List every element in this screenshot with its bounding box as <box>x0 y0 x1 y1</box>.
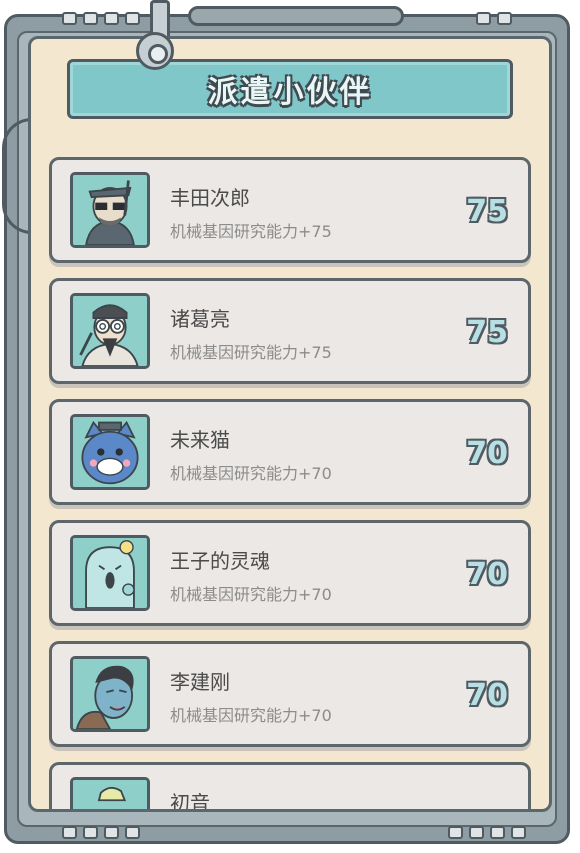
top-slot <box>188 6 404 26</box>
bolt-icon <box>83 826 98 839</box>
knob-icon <box>136 32 174 70</box>
bolt-icon <box>62 12 77 25</box>
partner-score: 75 <box>466 315 508 350</box>
dispatch-panel: 派遣小伙伴 丰田次郎 机械基因研究能力+75 75 诸葛亮 机械基因研究能力+7… <box>28 36 552 812</box>
bottom-right-bolts <box>448 826 526 839</box>
partner-card[interactable]: 未来猫 机械基因研究能力+70 70 <box>49 399 531 505</box>
bolt-icon <box>104 826 119 839</box>
partner-name: 李建刚 <box>170 670 230 694</box>
top-right-bolts <box>476 12 512 25</box>
partner-skill: 机械基因研究能力+75 <box>170 343 332 362</box>
blue-cat-avatar <box>70 414 150 490</box>
blue-face-man-avatar <box>70 656 150 732</box>
bolt-icon <box>125 826 140 839</box>
bolt-icon <box>476 12 491 25</box>
title-bar: 派遣小伙伴 <box>67 59 513 119</box>
partner-card[interactable]: 王子的灵魂 机械基因研究能力+70 70 <box>49 520 531 626</box>
panel-title: 派遣小伙伴 <box>207 75 373 110</box>
bolt-icon <box>125 12 140 25</box>
ghost-avatar <box>70 535 150 611</box>
bolt-icon <box>490 826 505 839</box>
partner-card[interactable]: 李建刚 机械基因研究能力+70 70 <box>49 641 531 747</box>
spiral-glasses-man-avatar <box>70 293 150 369</box>
partner-name: 初音 <box>170 791 210 812</box>
bolt-icon <box>511 826 526 839</box>
partner-name: 丰田次郎 <box>170 186 250 210</box>
partner-card[interactable]: 诸葛亮 机械基因研究能力+75 75 <box>49 278 531 384</box>
partner-skill: 机械基因研究能力+75 <box>170 222 332 241</box>
bolt-icon <box>497 12 512 25</box>
partner-score: 70 <box>466 436 508 471</box>
bolt-icon <box>83 12 98 25</box>
partner-skill: 机械基因研究能力+70 <box>170 706 332 725</box>
bolt-icon <box>62 826 77 839</box>
partner-score: 70 <box>466 678 508 713</box>
bolt-icon <box>104 12 119 25</box>
partner-skill: 机械基因研究能力+70 <box>170 464 332 483</box>
partner-name: 未来猫 <box>170 428 230 452</box>
partner-score: 70 <box>466 557 508 592</box>
top-left-bolts <box>62 12 140 25</box>
partner-name: 王子的灵魂 <box>170 549 270 573</box>
partner-score: 75 <box>466 194 508 229</box>
bottom-left-bolts <box>62 826 140 839</box>
partner-card[interactable]: 丰田次郎 机械基因研究能力+75 75 <box>49 157 531 263</box>
green-hair-girl-avatar <box>70 777 150 809</box>
bolt-icon <box>448 826 463 839</box>
partner-name: 诸葛亮 <box>170 307 230 331</box>
sunglasses-man-avatar <box>70 172 150 248</box>
bolt-icon <box>469 826 484 839</box>
partner-card[interactable]: 初音 <box>49 762 531 812</box>
partner-skill: 机械基因研究能力+70 <box>170 585 332 604</box>
